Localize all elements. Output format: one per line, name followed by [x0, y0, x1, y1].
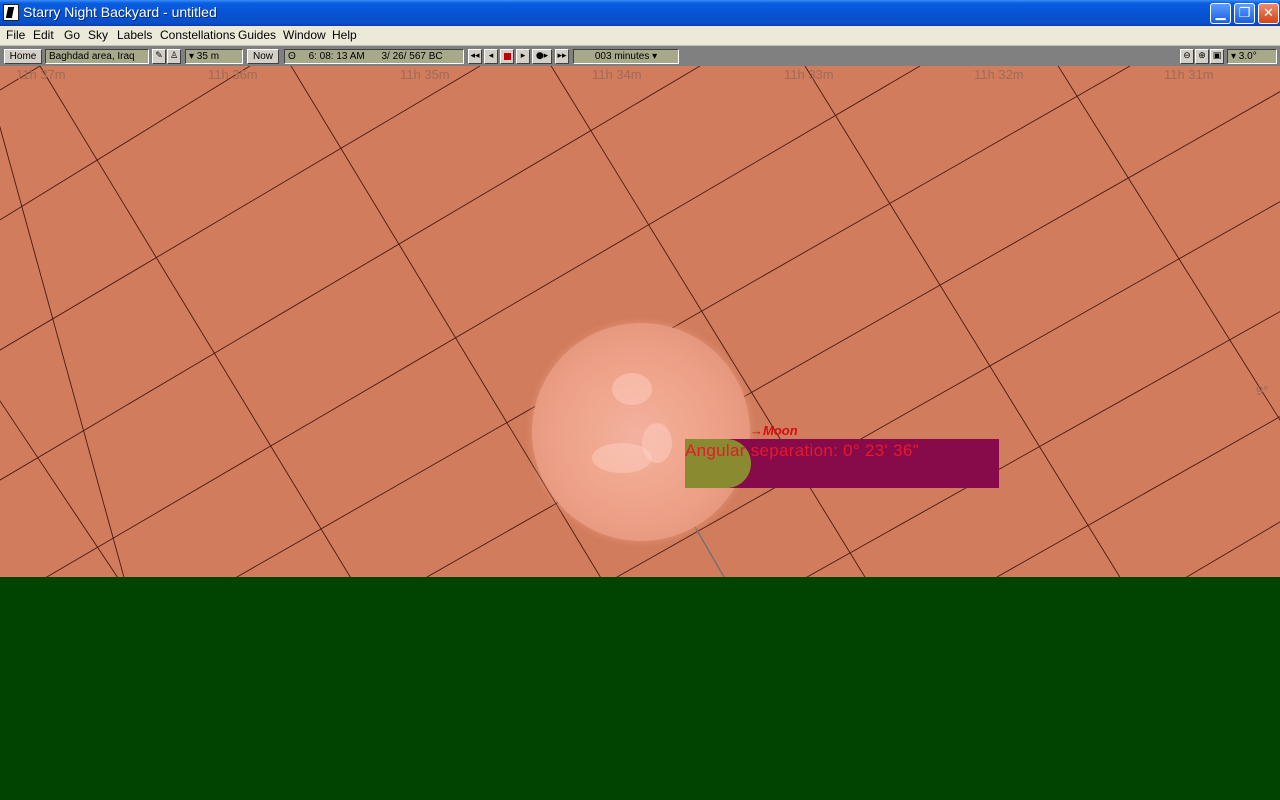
ra-label: 11h 31m [1164, 67, 1214, 82]
time-date-field[interactable]: ʘ 6: 08: 13 AM 3/ 26/ 567 BC [284, 49, 464, 64]
menu-file[interactable]: File [6, 28, 25, 42]
ra-label: 11h 34m [592, 67, 642, 82]
minimize-button[interactable]: ▁ [1210, 3, 1231, 24]
date-value: 3/ 26/ 567 BC [381, 51, 443, 62]
elevation-field[interactable]: ▾ 35 m [185, 49, 243, 64]
moon[interactable] [532, 323, 750, 541]
ra-label: 11h 35m [400, 67, 450, 82]
time-step-dropdown[interactable]: 003 minutes ▾ [573, 49, 679, 64]
menu-go[interactable]: Go [64, 28, 80, 42]
menu-constellations[interactable]: Constellations [160, 28, 235, 42]
window-title: Starry Night Backyard - untitled [23, 4, 217, 20]
horizon-ground[interactable] [0, 577, 1280, 800]
ra-label: 11h 33m [784, 67, 834, 82]
time-value: 6: 08: 13 AM [308, 51, 365, 62]
menu-edit[interactable]: Edit [33, 28, 54, 42]
close-button[interactable]: ✕ [1258, 3, 1279, 24]
home-button[interactable]: Home [4, 49, 42, 64]
now-button[interactable]: Now [247, 49, 279, 64]
menu-guides[interactable]: Guides [238, 28, 276, 42]
moon-label[interactable]: →Moon [750, 423, 798, 438]
clock-icon: ʘ [288, 51, 296, 62]
menu-help[interactable]: Help [332, 28, 357, 42]
zoom-box-icon[interactable]: ▣ [1210, 49, 1224, 64]
step-forward-icon[interactable]: ●▸ [532, 49, 552, 64]
forward-icon[interactable]: ▸ [516, 49, 530, 64]
rewind-icon[interactable]: ◂ [484, 49, 498, 64]
forward-fast-icon[interactable]: ▸▸ [555, 49, 569, 64]
stop-icon[interactable] [500, 49, 514, 64]
title-bar[interactable]: Starry Night Backyard - untitled ▁ ❐ ✕ [0, 0, 1280, 26]
sky-view[interactable]: 11h 37m 11h 36m 11h 35m 11h 34m 11h 33m … [0, 66, 1280, 577]
dec-label: 9° [1256, 383, 1269, 398]
moon-surface-feature [612, 373, 652, 405]
ra-label: 11h 36m [208, 67, 258, 82]
menu-bar: File Edit Go Sky Labels Constellations G… [0, 26, 1280, 45]
location-field[interactable]: Baghdad area, Iraq [45, 49, 149, 64]
observer-icon[interactable]: ♙ [167, 49, 181, 64]
angular-separation-text: Angular separation: 0° 23' 36" [685, 441, 919, 460]
menu-window[interactable]: Window [283, 28, 326, 42]
menu-labels[interactable]: Labels [117, 28, 152, 42]
ra-label: 11h 32m [974, 67, 1024, 82]
edit-location-icon[interactable]: ✎ [152, 49, 166, 64]
rewind-fast-icon[interactable]: ◂◂ [468, 49, 482, 64]
restore-button[interactable]: ❐ [1234, 3, 1255, 24]
field-of-view-dropdown[interactable]: ▾ 3.0° [1227, 49, 1277, 64]
zoom-in-icon[interactable]: ⊕ [1195, 49, 1209, 64]
ra-label: 11h 37m [16, 67, 66, 82]
toolbar: Home Baghdad area, Iraq ✎ ♙ ▾ 35 m Now ʘ… [0, 45, 1280, 66]
moon-surface-feature [642, 423, 672, 463]
menu-sky[interactable]: Sky [88, 28, 108, 42]
zoom-out-icon[interactable]: ⊖ [1180, 49, 1194, 64]
app-icon[interactable] [3, 4, 19, 21]
